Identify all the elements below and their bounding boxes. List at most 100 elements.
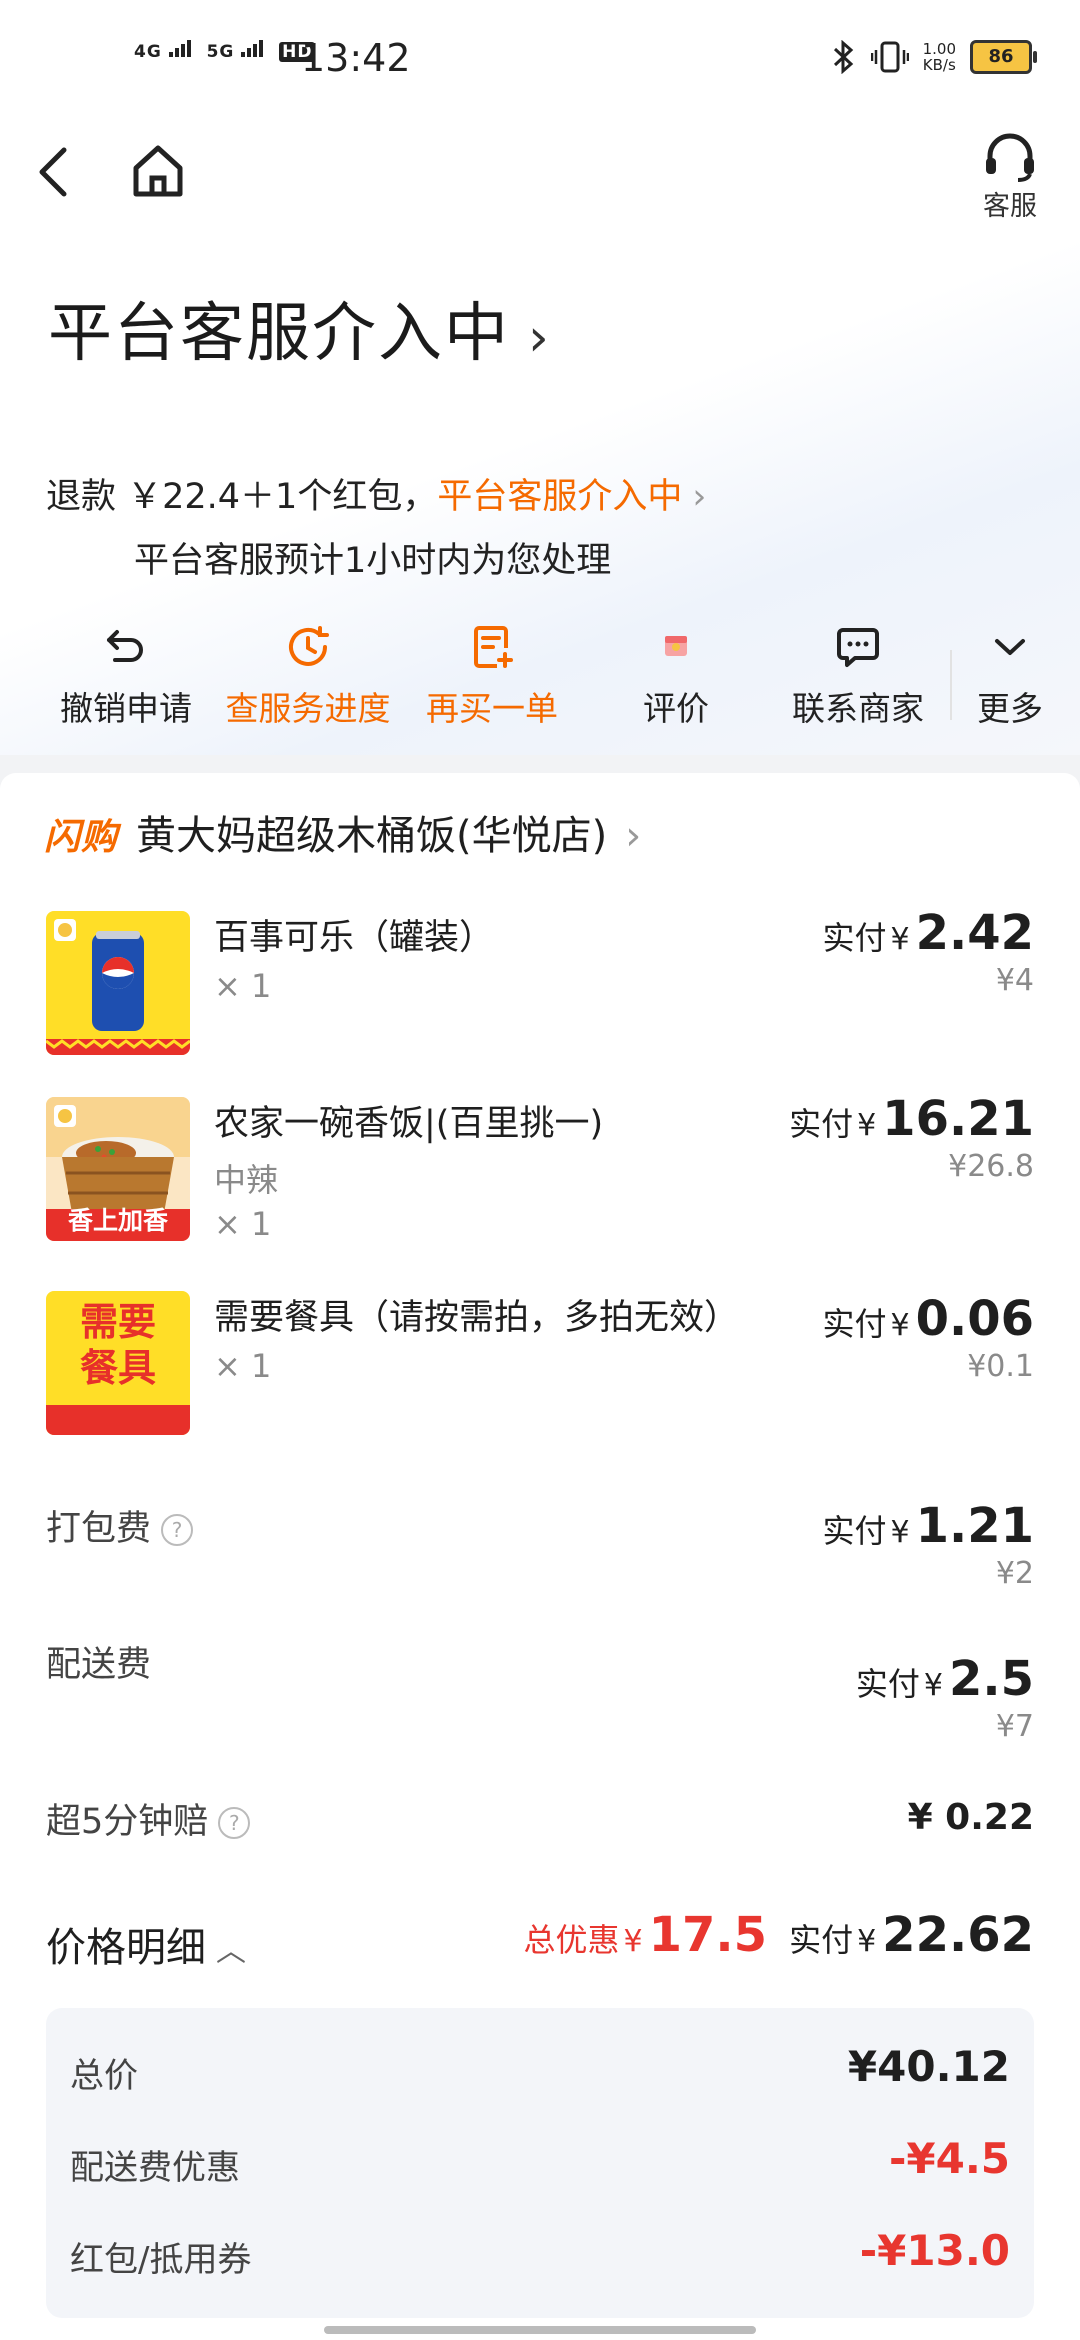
paid-label: 实付	[822, 919, 887, 957]
currency-symbol: ¥	[890, 1308, 910, 1343]
rice-bowl-image: 香上加香	[46, 1097, 190, 1241]
cancel-request-label: 撤销申请	[60, 689, 192, 728]
help-icon[interactable]: ?	[218, 1807, 251, 1839]
headset-icon	[986, 133, 1034, 182]
price-detail-toggle[interactable]: 价格明细 ︿	[46, 1915, 246, 1973]
currency-symbol: ¥	[890, 1515, 910, 1550]
breakdown-value: ¥40.12	[847, 2042, 1010, 2091]
item-quantity: × 1	[214, 1205, 272, 1243]
review-gift-icon	[665, 636, 687, 656]
tableware-image: 需要 餐具	[46, 1291, 190, 1435]
review-label: 评价	[643, 689, 709, 728]
back-button[interactable]	[34, 142, 84, 202]
image-caption: 需要 餐具	[46, 1299, 190, 1391]
item-name: 农家一碗香饭|(百里挑一)	[214, 1104, 604, 1144]
delivery-fee-price: 实付 ¥2.5 ¥7	[856, 1651, 1034, 1744]
contact-merchant-label: 联系商家	[792, 689, 924, 728]
flash-buy-badge: 闪购	[44, 817, 119, 858]
image-caption: 香上加香	[67, 1206, 168, 1235]
late-compensation-value: ¥ 0.22	[907, 1797, 1034, 1838]
item-price: 实付 ¥16.21 ¥26.8	[789, 1091, 1034, 1184]
original-price: ¥7	[995, 1709, 1034, 1744]
status-right: 1.00 KB/s 86	[831, 40, 1037, 74]
currency-symbol: ¥	[923, 1668, 943, 1703]
breakdown-row: 配送费优惠 -¥4.5	[70, 2134, 1010, 2194]
chevron-right-icon: ›	[625, 813, 642, 859]
breakdown-value: -¥4.5	[888, 2134, 1010, 2183]
home-indicator[interactable]	[324, 2326, 756, 2334]
paid-label: 实付	[789, 1105, 854, 1143]
original-price: ¥2	[995, 1556, 1034, 1591]
price-detail-row: 价格明细 ︿ 总优惠 ¥17.5 实付 ¥22.62	[46, 1907, 1034, 1975]
breakdown-value: -¥13.0	[859, 2226, 1010, 2275]
caption-line-1: 需要	[79, 1300, 156, 1344]
paid-amount: 2.42	[915, 905, 1034, 961]
more-label: 更多	[977, 689, 1043, 728]
paid-label: 实付	[855, 1665, 920, 1703]
item-quantity: × 1	[214, 1347, 272, 1385]
chevron-up-icon: ︿	[216, 1934, 246, 1969]
network-4g-label: 4G	[134, 42, 162, 62]
price-detail-title: 价格明细	[46, 1925, 206, 1971]
back-arrow-icon	[39, 147, 67, 197]
original-price: ¥26.8	[948, 1149, 1034, 1184]
caption-line-2: 餐具	[79, 1346, 156, 1390]
fee-name: 超5分钟赔	[46, 1802, 209, 1842]
help-icon[interactable]: ?	[161, 1514, 194, 1546]
paid-label: 实付	[822, 1512, 887, 1550]
paid-label: 实付	[789, 1921, 854, 1959]
chevron-down-icon	[995, 639, 1025, 655]
cancel-request-button[interactable]: 撤销申请	[36, 622, 216, 730]
customer-service-label: 客服	[983, 191, 1037, 222]
item-price: 实付 ¥0.06 ¥0.1	[822, 1291, 1034, 1384]
chevron-right-icon: ›	[692, 477, 707, 517]
undo-icon	[107, 630, 143, 662]
item-name: 百事可乐（罐装）	[214, 918, 495, 958]
battery-icon: 86	[970, 40, 1037, 74]
review-button[interactable]: 评价	[586, 622, 766, 730]
image-footer-strip	[46, 1405, 190, 1435]
item-price: 实付 ¥2.42 ¥4	[822, 905, 1034, 998]
breakdown-label: 配送费优惠	[70, 2148, 240, 2188]
network-5g-label: 5G	[206, 42, 235, 62]
paid-amount: 2.5	[948, 1651, 1034, 1707]
signal-bars-icon	[241, 40, 265, 62]
fee-name: 配送费	[46, 1645, 152, 1685]
network-speed: 1.00 KB/s	[923, 41, 956, 73]
bluetooth-icon	[833, 40, 853, 74]
service-progress-button[interactable]: 查服务进度	[218, 622, 398, 730]
currency-symbol: ¥	[857, 1108, 877, 1143]
page-title-text: 平台客服介入中	[48, 297, 510, 371]
customer-service-button[interactable]: 客服	[970, 130, 1050, 230]
page-title[interactable]: 平台客服介入中 ›	[48, 282, 551, 374]
status-bar: 4G 5G HD 13:42 1.00 KB/s 86	[0, 36, 1080, 86]
packaging-fee-label: 打包费?	[46, 1500, 194, 1551]
store-link[interactable]: 闪购 黄大妈超级木桶饭(华悦店) ›	[44, 803, 641, 861]
home-button[interactable]	[128, 140, 194, 206]
original-price: ¥0.1	[967, 1349, 1034, 1384]
vibrate-icon	[870, 41, 909, 73]
reorder-label: 再买一单	[426, 689, 558, 728]
delivery-fee-label: 配送费	[46, 1636, 151, 1687]
contact-merchant-button[interactable]: 联系商家	[768, 622, 948, 730]
paid-amount: 1.21	[915, 1498, 1034, 1554]
more-button[interactable]: 更多	[950, 622, 1070, 730]
service-progress-label: 查服务进度	[225, 689, 391, 728]
breakdown-label: 红包/抵用券	[70, 2240, 252, 2280]
signal-bars-icon	[168, 40, 193, 62]
breakdown-label: 总价	[70, 2056, 138, 2096]
store-name: 黄大妈超级木桶饭(华悦店)	[136, 813, 608, 859]
price-summary: 总优惠 ¥17.5 实付 ¥22.62	[524, 1907, 1034, 1963]
total-discount-amount: 17.5	[648, 1907, 768, 1963]
currency-symbol: ¥	[857, 1924, 877, 1959]
pepsi-can-image	[46, 911, 190, 1055]
reorder-button[interactable]: 再买一单	[402, 622, 582, 730]
action-bar: 撤销申请 查服务进度 再买一单 评价 联系商家 更多	[0, 622, 1080, 732]
home-icon	[133, 145, 183, 197]
paid-label: 实付	[822, 1305, 887, 1343]
refund-status-line[interactable]: 退款 ￥22.4＋1个红包，平台客服介入中 ›	[46, 468, 706, 519]
clock-icon	[289, 626, 329, 666]
paid-amount: 0.06	[915, 1291, 1034, 1347]
network-signal: 4G 5G HD	[134, 40, 316, 62]
chevron-right-icon: ›	[528, 308, 551, 368]
